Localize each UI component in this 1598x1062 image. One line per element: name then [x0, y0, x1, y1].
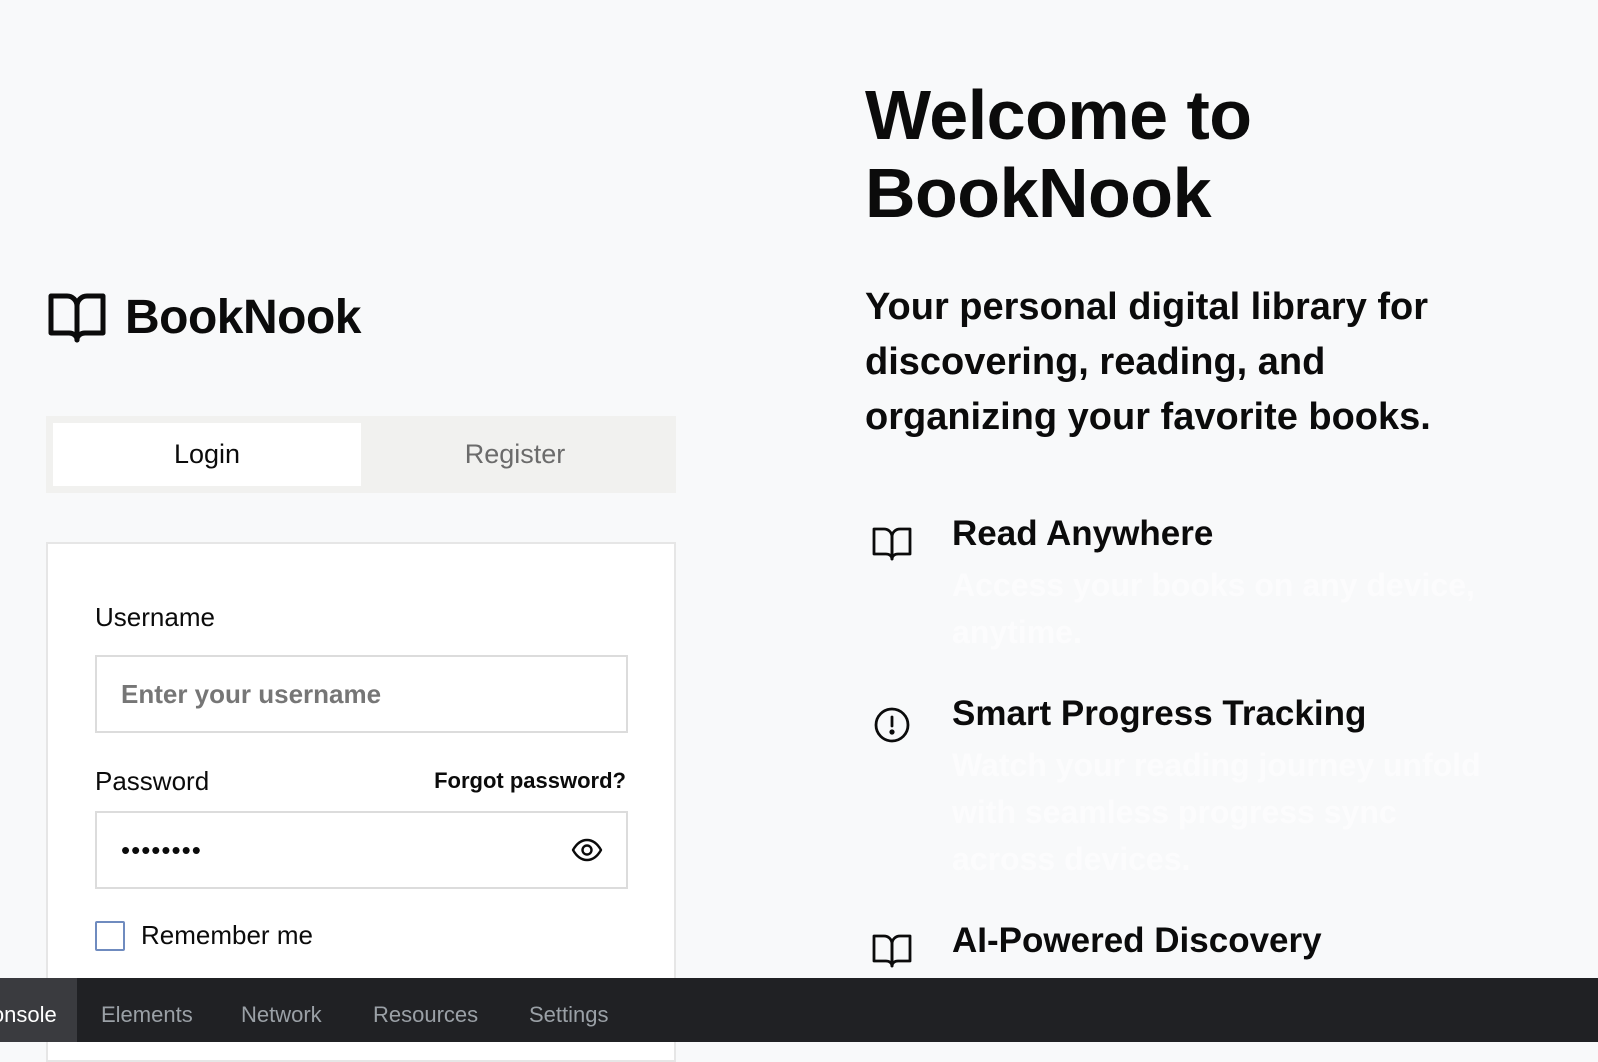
remember-me-checkbox[interactable] [95, 920, 125, 951]
password-label: Password [95, 766, 210, 796]
tab-register[interactable]: Register [361, 423, 669, 486]
book-open-icon [870, 520, 914, 564]
password-input[interactable] [97, 813, 626, 887]
book-open-icon [870, 927, 914, 971]
password-field-box [95, 811, 628, 889]
devtools-tab-network[interactable]: Network [241, 1002, 322, 1028]
tab-login[interactable]: Login [53, 423, 361, 486]
brand: BookNook [47, 290, 362, 345]
devtools-tab-settings[interactable]: Settings [529, 1002, 609, 1028]
username-field-box [95, 655, 628, 733]
feature-title: Smart Progress Tracking [952, 694, 1367, 733]
devtools-tab-elements[interactable]: Elements [101, 1002, 193, 1028]
devtools-tab-resources[interactable]: Resources [373, 1002, 478, 1028]
feature-description: Access your books on any device, anytime… [952, 567, 1475, 650]
book-open-icon [47, 291, 107, 345]
forgot-password-link[interactable]: Forgot password? [434, 768, 626, 794]
alert-circle-icon [870, 700, 914, 744]
remember-me: Remember me [95, 920, 313, 951]
welcome-title: Welcome to BookNook [865, 76, 1252, 232]
feature-title: AI-Powered Discovery [952, 921, 1322, 960]
brand-name: BookNook [125, 291, 362, 344]
username-input[interactable] [97, 657, 626, 731]
feature-description: Watch your reading journey unfold with s… [952, 747, 1481, 877]
auth-tabs: Login Register [46, 416, 676, 493]
username-label: Username [95, 602, 215, 632]
devtools-bar: Console Elements Network Resources Setti… [0, 978, 1598, 1042]
welcome-subtitle: Your personal digital library for discov… [865, 286, 1431, 438]
feature-title: Read Anywhere [952, 514, 1214, 553]
eye-icon[interactable] [570, 833, 604, 867]
remember-me-label: Remember me [141, 920, 313, 950]
devtools-tab-console[interactable]: Console [0, 978, 77, 1042]
